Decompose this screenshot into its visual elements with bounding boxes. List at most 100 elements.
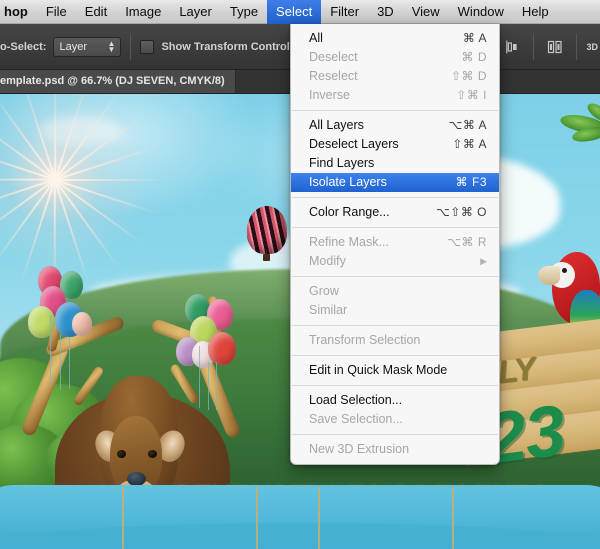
menu-separator [292,434,498,435]
menu-separator [292,110,498,111]
menu-item-all-layers[interactable]: All Layers ⌥⌘ A [291,116,499,135]
menu-item-transform-selection: Transform Selection [291,331,499,350]
menu-item-label: New 3D Extrusion [309,442,410,456]
menu-item-label: Save Selection... [309,412,403,426]
balloon-string-left-2 [60,334,61,390]
menu-item-label: Deselect Layers [309,137,399,151]
balloon-string-left-1 [50,316,51,386]
balloon-string-right-3 [216,362,217,410]
options-separator-1 [130,33,132,60]
menu-item-reselect: Reselect ⇧⌘ D [291,67,499,86]
menu-item-inverse: Inverse ⇧⌘ I [291,86,499,105]
menu-layer[interactable]: Layer [170,0,221,24]
menu-item-label: Reselect [309,69,358,83]
menu-select[interactable]: Select [267,0,322,24]
menu-item-label: Refine Mask... [309,235,389,249]
menu-item-label: Edit in Quick Mask Mode [309,363,448,377]
menu-help[interactable]: Help [513,0,558,24]
deer-eye-left [117,450,126,458]
menu-item-save-selection: Save Selection... [291,410,499,429]
menu-item-find-layers[interactable]: Find Layers [291,154,499,173]
menu-item-shortcut: ⌥⌘ R [447,235,487,249]
balloon-right-red [208,332,236,365]
menu-item-label: All Layers [309,118,364,132]
balloon-string-left-3 [69,337,70,389]
menu-item-shortcut: ⌥⇧⌘ O [435,205,487,219]
menu-item-shortcut: ⌘ A [462,31,487,45]
auto-select-dropdown[interactable]: Layer ▲ ▼ [53,36,122,57]
menu-item-label: Grow [309,284,339,298]
menu-image[interactable]: Image [116,0,170,24]
menu-separator [292,355,498,356]
menu-item-shortcut: ⌥⌘ A [448,118,487,132]
select-menu-dropdown[interactable]: All ⌘ A Deselect ⌘ D Reselect ⇧⌘ D Inverse ⇧⌘ I… [290,24,500,465]
menu-separator [292,276,498,277]
menu-type[interactable]: Type [221,0,267,24]
auto-align-layers-icon[interactable] [544,36,566,58]
banner-notch-4 [452,487,454,549]
menu-item-deselect: Deselect ⌘ D [291,48,499,67]
menu-edit[interactable]: Edit [76,0,116,24]
parrot-beak [538,266,560,285]
menu-3d[interactable]: 3D [368,0,403,24]
menu-separator [292,385,498,386]
auto-select-label: o-Select: [0,40,47,53]
menu-item-label: All [309,31,323,45]
menu-item-grow: Grow [291,282,499,301]
menu-item-label: Inverse [309,88,350,102]
menu-separator [292,197,498,198]
three-d-label: 3D [586,41,598,52]
banner-notch-3 [318,487,320,549]
banner-notch-1 [122,487,124,549]
auto-select-value: Layer [59,40,87,53]
show-transform-controls-checkbox[interactable] [140,39,155,54]
menu-item-deselect-layers[interactable]: Deselect Layers ⇧⌘ A [291,135,499,154]
distribute-right-edges-icon[interactable] [501,36,523,58]
balloon-string-right-1 [199,346,200,408]
menu-item-label: Color Range... [309,205,390,219]
submenu-arrow-icon: ▶ [480,256,487,266]
menu-item-shortcut: ⌘ D [461,50,487,64]
menu-item-refine-mask: Refine Mask... ⌥⌘ R [291,233,499,252]
hot-air-balloon-basket [263,254,270,261]
deer-eye-right [148,450,157,458]
menu-item-modify: Modify ▶ [291,252,499,271]
balloon-left-peach [72,312,92,336]
menu-item-shortcut: ⇧⌘ D [450,69,487,83]
menu-item-color-range[interactable]: Color Range... ⌥⇧⌘ O [291,203,499,222]
menu-item-new-3d-extrusion: New 3D Extrusion [291,440,499,459]
menu-item-label: Deselect [309,50,358,64]
menu-item-all[interactable]: All ⌘ A [291,29,499,48]
banner-notch-2 [256,487,258,549]
options-separator-3 [533,33,535,60]
menu-separator [292,325,498,326]
parrot-eye [562,268,567,273]
menu-item-label: Similar [309,303,348,317]
menu-item-load-selection[interactable]: Load Selection... [291,391,499,410]
chevron-updown-icon: ▲ ▼ [107,38,116,54]
firework-burst-icon [0,94,170,292]
menu-separator [292,227,498,228]
options-separator-4 [576,33,578,60]
menu-file[interactable]: File [37,0,76,24]
menu-item-shortcut: ⇧⌘ I [456,88,487,102]
menu-item-label: Modify [309,254,346,268]
menu-item-label: Find Layers [309,156,375,170]
document-tab[interactable]: emplate.psd @ 66.7% (DJ SEVEN, CMYK/8) [0,70,236,93]
menu-item-isolate-layers[interactable]: Isolate Layers ⌘ F3 [291,173,499,192]
menu-window[interactable]: Window [449,0,513,24]
menu-view[interactable]: View [403,0,449,24]
menu-bar: hop File Edit Image Layer Type Select Fi… [0,0,600,24]
menu-item-similar: Similar [291,301,499,320]
hot-air-balloon-icon [247,206,287,254]
menu-filter[interactable]: Filter [321,0,368,24]
menu-item-edit-in-quick-mask-mode[interactable]: Edit in Quick Mask Mode [291,361,499,380]
menu-item-shortcut: ⇧⌘ A [452,137,487,151]
menu-apple-app-name[interactable]: hop [0,0,37,24]
menu-item-label: Load Selection... [309,393,403,407]
balloon-string-right-2 [208,362,209,410]
menu-item-label: Transform Selection [309,333,421,347]
sign-month-text: LY [495,349,537,391]
menu-item-label: Isolate Layers [309,175,387,189]
menu-item-shortcut: ⌘ F3 [455,175,487,189]
